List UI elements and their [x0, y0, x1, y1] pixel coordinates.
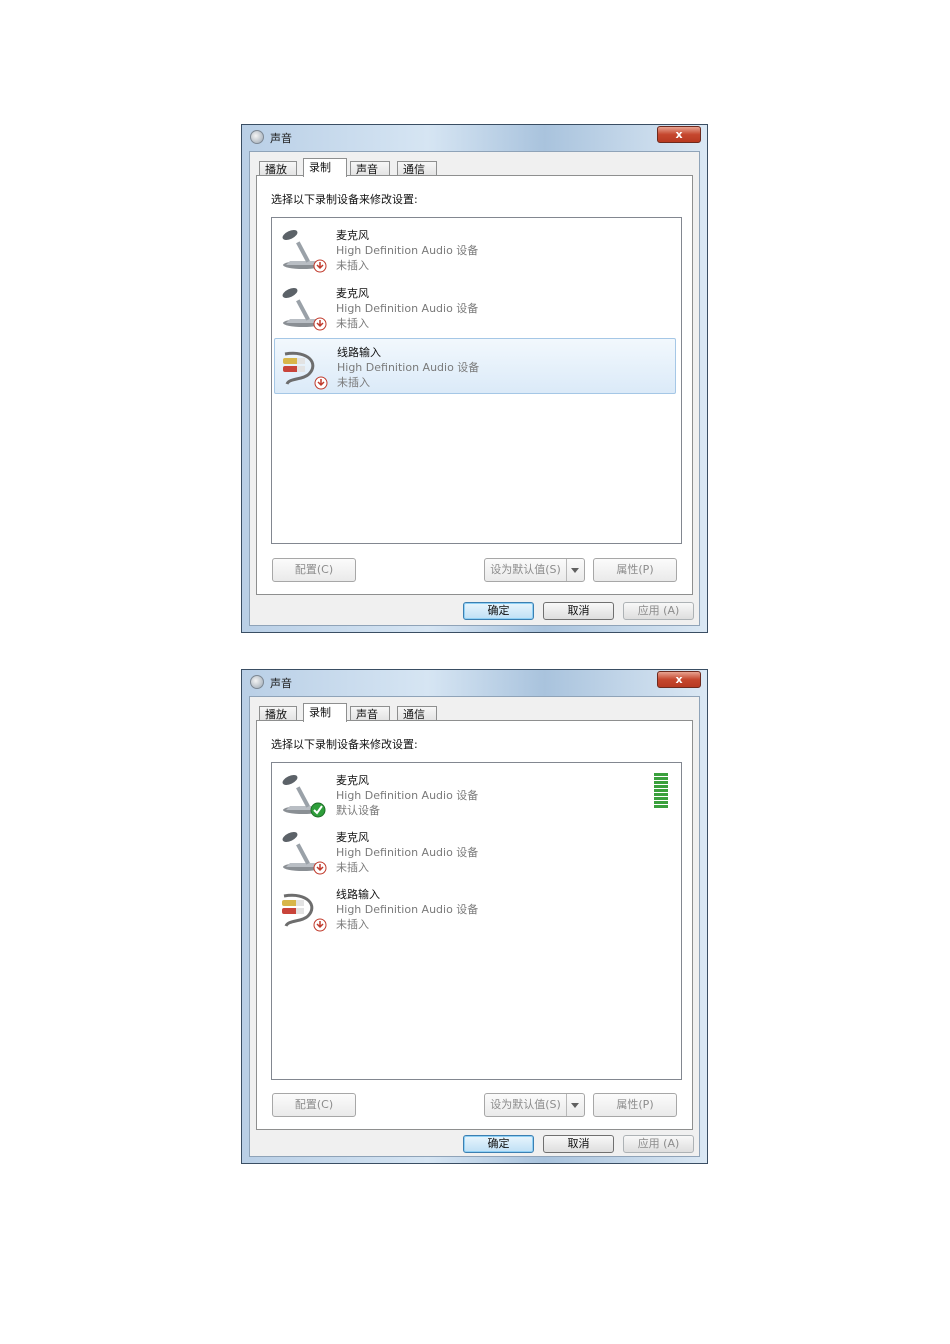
speaker-icon — [250, 130, 264, 144]
level-meter — [654, 773, 668, 809]
microphone-icon — [278, 227, 327, 273]
device-description: High Definition Audio 设备 — [336, 302, 479, 315]
device-name: 线路输入 — [336, 888, 380, 901]
close-button[interactable]: x — [657, 671, 701, 688]
ok-button[interactable]: 确定 — [463, 602, 534, 620]
tab-recording[interactable]: 录制 — [303, 158, 347, 177]
set-default-button[interactable]: 设为默认值(S) — [484, 558, 585, 582]
set-default-button[interactable]: 设为默认值(S) — [484, 1093, 585, 1117]
device-description: High Definition Audio 设备 — [336, 244, 479, 257]
tab-sounds[interactable]: 声音 — [350, 706, 390, 721]
sound-dialog-1: 声音 x 播放 录制 声音 通信 选择以下录制设备来修改设置: 麦克风 High… — [241, 124, 708, 633]
line-in-cable-icon — [279, 344, 328, 390]
chevron-down-icon[interactable] — [566, 559, 584, 581]
device-item-default[interactable]: 麦克风 High Definition Audio 设备 默认设备 — [274, 767, 676, 823]
title-bar[interactable]: 声音 x — [242, 670, 707, 696]
device-name: 麦克风 — [336, 229, 369, 242]
properties-button[interactable]: 属性(P) — [593, 558, 677, 582]
device-list[interactable]: 麦克风 High Definition Audio 设备 未插入 麦克风 Hig… — [271, 217, 682, 544]
tab-panel: 选择以下录制设备来修改设置: 麦克风 High Definition Audio… — [256, 720, 693, 1130]
device-state: 未插入 — [336, 317, 369, 330]
tab-communications[interactable]: 通信 — [397, 706, 437, 721]
set-default-label: 设为默认值(S) — [490, 1098, 561, 1111]
device-state: 未插入 — [336, 259, 369, 272]
close-button[interactable]: x — [657, 126, 701, 143]
title-bar[interactable]: 声音 x — [242, 125, 707, 151]
tab-playback[interactable]: 播放 — [259, 161, 297, 176]
device-description: High Definition Audio 设备 — [336, 846, 479, 859]
device-state: 未插入 — [337, 376, 370, 389]
device-state: 未插入 — [336, 861, 369, 874]
configure-button[interactable]: 配置(C) — [272, 1093, 356, 1117]
device-state: 默认设备 — [336, 804, 380, 817]
instruction-text: 选择以下录制设备来修改设置: — [271, 738, 418, 751]
window-title: 声音 — [270, 132, 292, 145]
tab-sounds[interactable]: 声音 — [350, 161, 390, 176]
device-name: 线路输入 — [337, 346, 381, 359]
apply-button[interactable]: 应用 (A) — [623, 602, 694, 620]
device-item[interactable]: 麦克风 High Definition Audio 设备 未插入 — [274, 280, 676, 336]
window-title: 声音 — [270, 677, 292, 690]
cancel-button[interactable]: 取消 — [543, 1135, 614, 1153]
device-description: High Definition Audio 设备 — [336, 789, 479, 802]
tab-playback[interactable]: 播放 — [259, 706, 297, 721]
device-description: High Definition Audio 设备 — [337, 361, 480, 374]
tab-panel: 选择以下录制设备来修改设置: 麦克风 High Definition Audio… — [256, 175, 693, 595]
microphone-icon — [278, 285, 327, 331]
tab-communications[interactable]: 通信 — [397, 161, 437, 176]
apply-button[interactable]: 应用 (A) — [623, 1135, 694, 1153]
instruction-text: 选择以下录制设备来修改设置: — [271, 193, 418, 206]
device-list[interactable]: 麦克风 High Definition Audio 设备 默认设备 麦克风 Hi… — [271, 762, 682, 1080]
device-name: 麦克风 — [336, 831, 369, 844]
line-in-cable-icon — [278, 886, 327, 932]
chevron-down-icon[interactable] — [566, 1094, 584, 1116]
device-name: 麦克风 — [336, 287, 369, 300]
sound-dialog-2: 声音 x 播放 录制 声音 通信 选择以下录制设备来修改设置: 麦克风 High… — [241, 669, 708, 1164]
configure-button[interactable]: 配置(C) — [272, 558, 356, 582]
ok-button[interactable]: 确定 — [463, 1135, 534, 1153]
device-name: 麦克风 — [336, 774, 369, 787]
dialog-client: 播放 录制 声音 通信 选择以下录制设备来修改设置: 麦克风 High Defi… — [249, 696, 700, 1157]
device-item[interactable]: 麦克风 High Definition Audio 设备 未插入 — [274, 222, 676, 278]
device-description: High Definition Audio 设备 — [336, 903, 479, 916]
tab-recording[interactable]: 录制 — [303, 703, 347, 722]
dialog-client: 播放 录制 声音 通信 选择以下录制设备来修改设置: 麦克风 High Defi… — [249, 151, 700, 626]
cancel-button[interactable]: 取消 — [543, 602, 614, 620]
microphone-icon — [278, 829, 327, 875]
set-default-label: 设为默认值(S) — [490, 563, 561, 576]
speaker-icon — [250, 675, 264, 689]
microphone-icon — [278, 772, 326, 818]
device-item[interactable]: 线路输入 High Definition Audio 设备 未插入 — [274, 881, 676, 937]
device-item[interactable]: 麦克风 High Definition Audio 设备 未插入 — [274, 824, 676, 880]
device-item-selected[interactable]: 线路输入 High Definition Audio 设备 未插入 — [274, 338, 676, 394]
device-state: 未插入 — [336, 918, 369, 931]
properties-button[interactable]: 属性(P) — [593, 1093, 677, 1117]
